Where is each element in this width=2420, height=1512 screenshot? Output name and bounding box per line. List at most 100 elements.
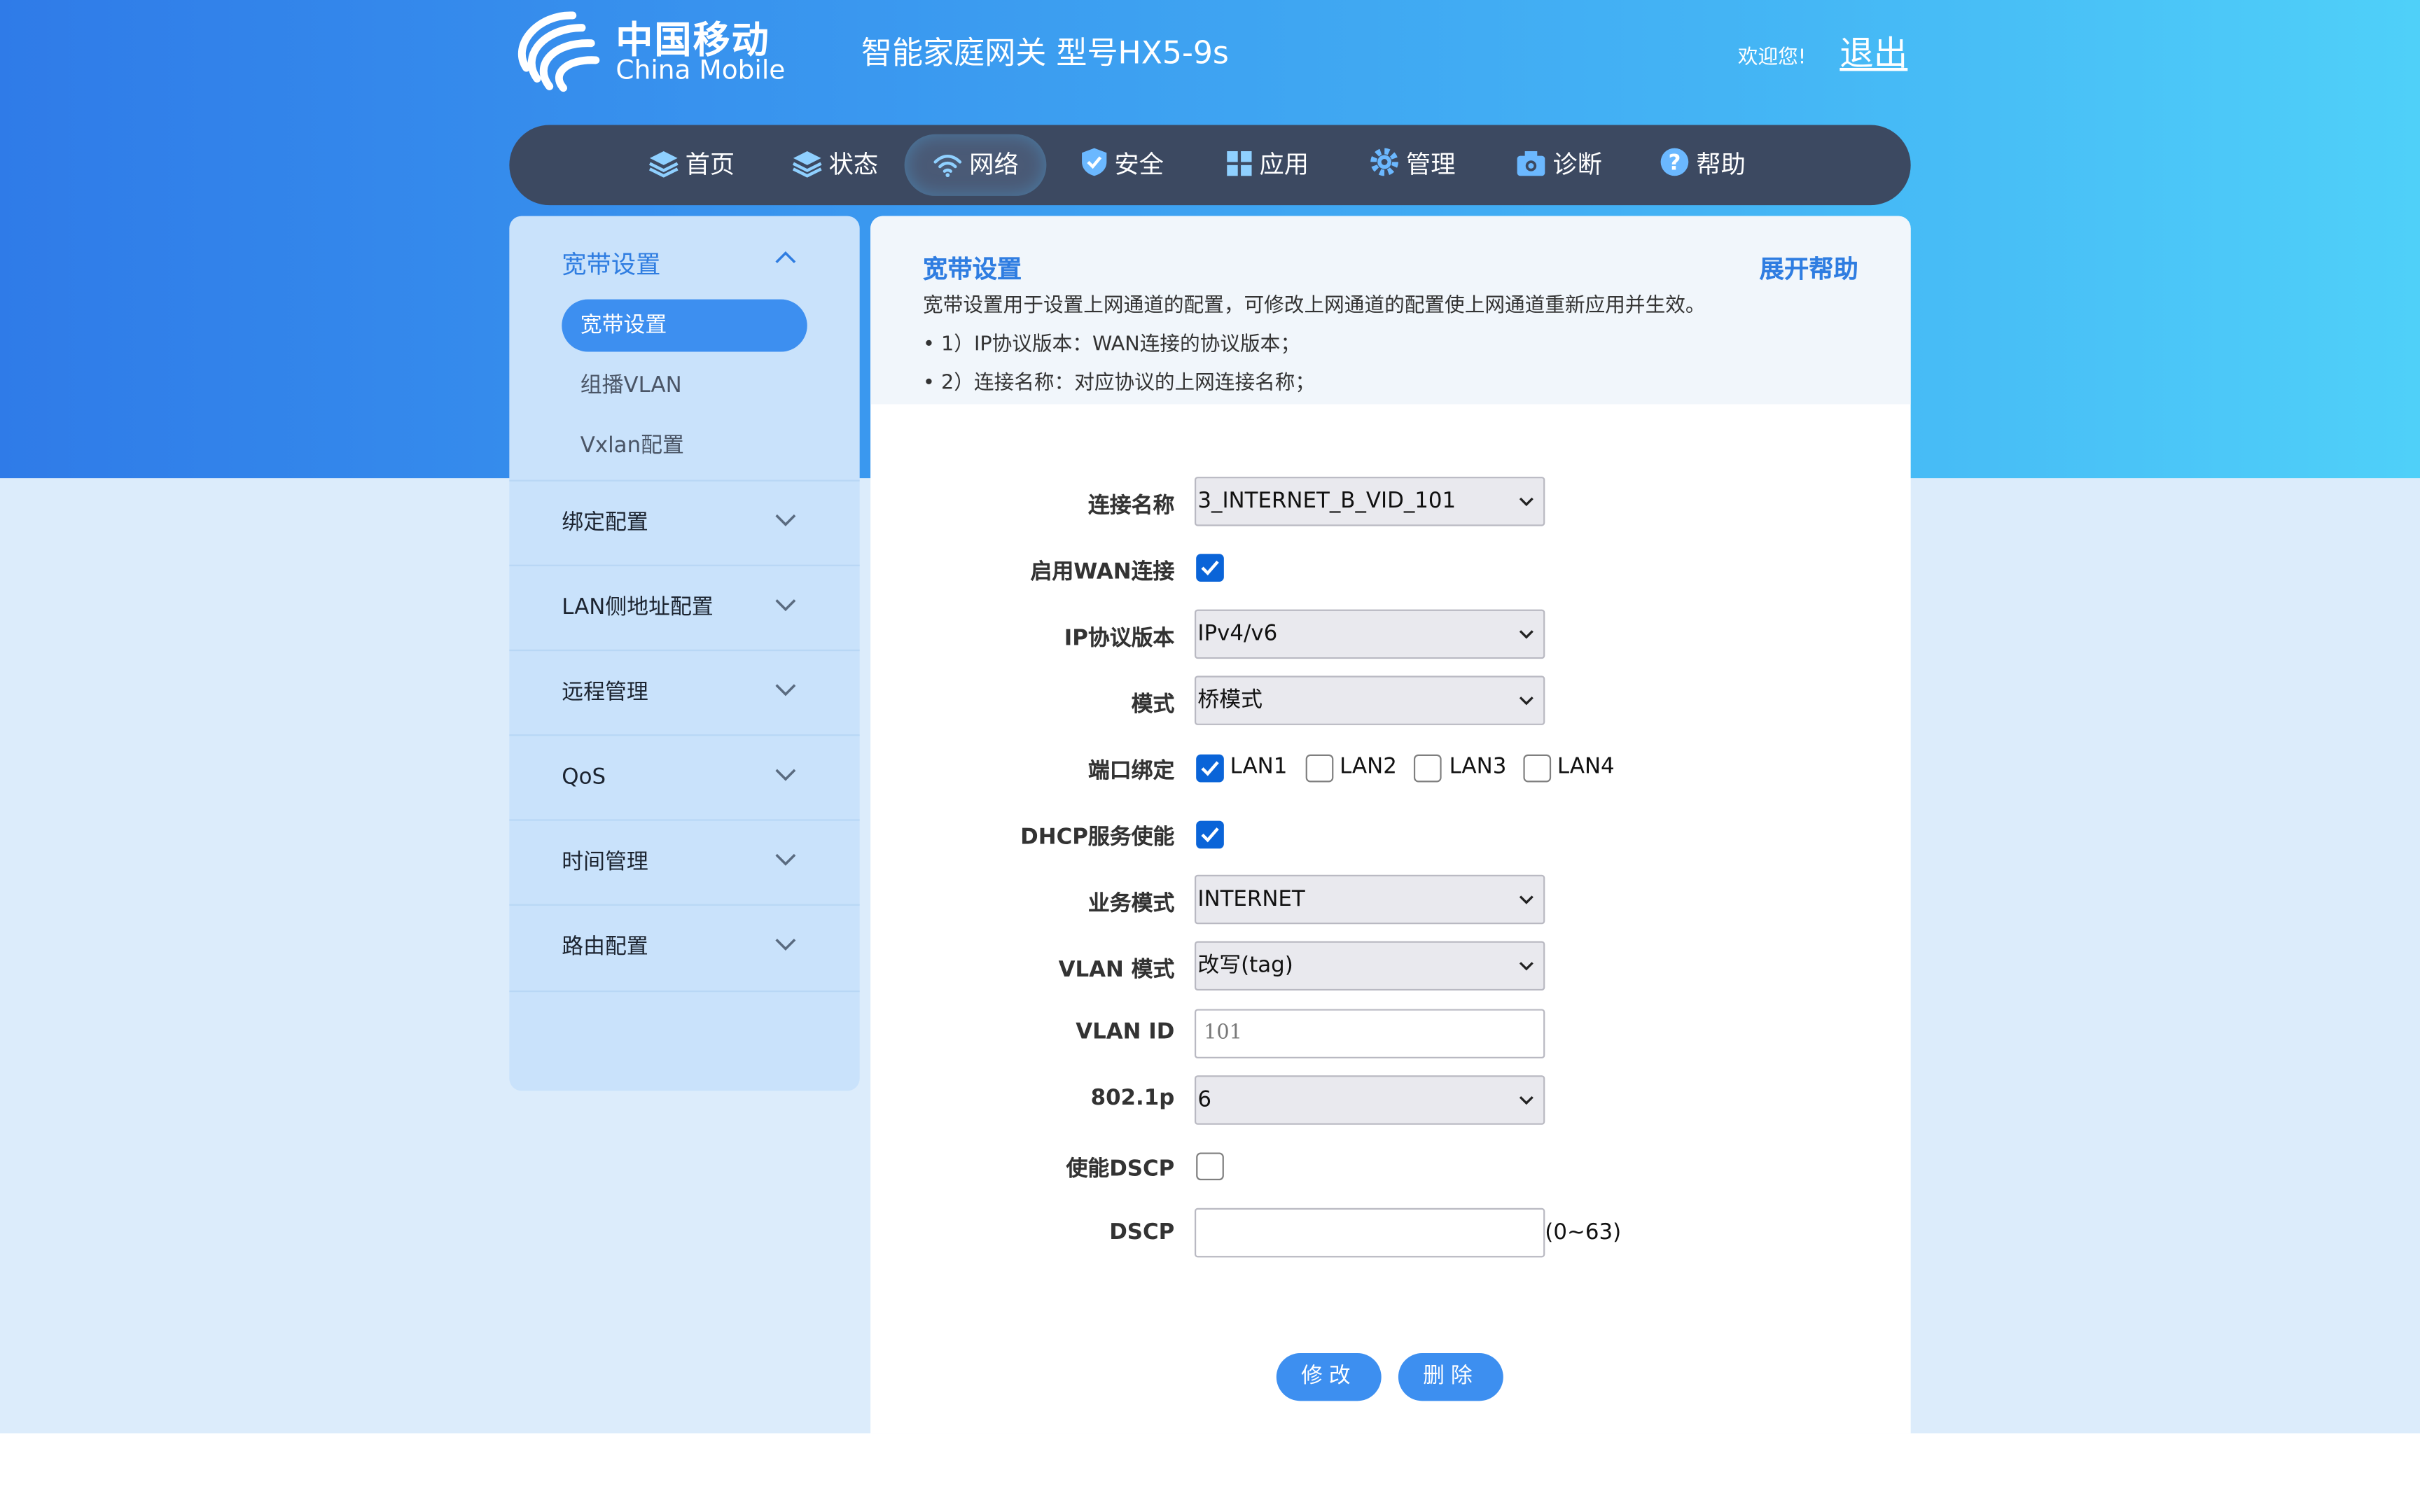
nav-home[interactable]: 首页	[630, 134, 753, 196]
chevron-down-icon	[1519, 1096, 1534, 1105]
layers-icon	[648, 151, 679, 178]
nav-manage[interactable]: 管理	[1351, 134, 1474, 196]
chevron-down-icon	[1519, 696, 1534, 706]
brand-english: China Mobile	[616, 55, 786, 87]
dscp-input[interactable]	[1194, 1208, 1545, 1258]
dot1p-label: 802.1p	[1090, 1086, 1175, 1111]
ip-version-select[interactable]: IPv4/v6	[1194, 609, 1545, 659]
dscp-label: DSCP	[1109, 1220, 1175, 1245]
chevron-down-icon	[775, 853, 796, 866]
dhcp-checkbox[interactable]	[1196, 820, 1224, 849]
delete-button[interactable]: 删除	[1398, 1352, 1503, 1401]
vlan-id-input[interactable]: 101	[1194, 1009, 1545, 1059]
select-value: 6	[1197, 1087, 1212, 1113]
nav-network[interactable]: 网络	[904, 134, 1047, 196]
service-mode-label: 业务模式	[1087, 891, 1175, 917]
dscp-range-hint: (0~63)	[1545, 1220, 1622, 1245]
sidebar-group-broadband[interactable]: 宽带设置	[562, 244, 660, 281]
lan3-checkbox[interactable]	[1413, 754, 1442, 783]
help-description: 宽带设置用于设置上网通道的配置，可修改上网通道的配置使上网通道重新应用并生效。	[923, 294, 1706, 318]
sidebar-item-label: 时间管理	[562, 850, 648, 875]
modify-button[interactable]: 修改	[1276, 1352, 1382, 1401]
enable-wan-label: 启用WAN连接	[1030, 560, 1175, 585]
question-icon: ?	[1660, 148, 1689, 176]
china-mobile-logo: 中国移动 China Mobile	[511, 6, 805, 92]
sidebar-item-routing[interactable]: 路由配置	[509, 904, 860, 993]
sidebar-item-label: 远程管理	[562, 680, 648, 706]
sidebar-item-label: QoS	[562, 765, 606, 790]
product-title: 智能家庭网关 型号HX5-9s	[861, 34, 1229, 71]
nav-diagnose-label: 诊断	[1552, 149, 1602, 179]
sidebar-item-time[interactable]: 时间管理	[509, 819, 860, 904]
nav-diagnose[interactable]: 诊断	[1497, 134, 1620, 196]
chevron-down-icon	[775, 939, 796, 951]
sidebar-item-lan-address[interactable]: LAN侧地址配置	[509, 564, 860, 650]
chevron-down-icon	[775, 769, 796, 781]
lan1-label: LAN1	[1230, 754, 1288, 780]
vlan-mode-select[interactable]: 改写(tag)	[1194, 941, 1545, 991]
sidebar-item-qos[interactable]: QoS	[509, 734, 860, 819]
nav-manage-label: 管理	[1405, 149, 1456, 179]
lan2-label: LAN2	[1340, 754, 1397, 780]
sidebar-sub-multicast-vlan[interactable]: 组播VLAN	[562, 360, 807, 412]
help-bullet: • 1）IP协议版本：WAN连接的协议版本；	[923, 333, 1300, 357]
port-binding-label: 端口绑定	[1087, 759, 1175, 784]
help-bullet: • 2）连接名称：对应协议的上网连接名称；	[923, 372, 1316, 396]
logout-link[interactable]: 退出	[1840, 26, 1907, 76]
nav-apps[interactable]: 应用	[1207, 134, 1328, 196]
dot1p-select[interactable]: 6	[1194, 1075, 1545, 1125]
lan4-checkbox[interactable]	[1523, 754, 1552, 783]
select-value: INTERNET	[1197, 887, 1305, 912]
lan1-checkbox[interactable]	[1196, 754, 1224, 783]
grid-icon	[1227, 151, 1252, 176]
lan3-label: LAN3	[1449, 754, 1507, 780]
chevron-down-icon	[775, 599, 796, 612]
select-value: 3_INTERNET_B_VID_101	[1197, 489, 1456, 514]
enable-wan-checkbox[interactable]	[1196, 554, 1224, 582]
sidebar-item-remote-manage[interactable]: 远程管理	[509, 649, 860, 734]
chevron-down-icon	[1519, 497, 1534, 507]
chevron-up-icon[interactable]	[774, 250, 796, 265]
main-panel: 宽带设置 展开帮助 宽带设置用于设置上网通道的配置，可修改上网通道的配置使上网通…	[870, 216, 1911, 1434]
main-nav: 首页 状态 网络 安全 应用 管理 诊断 ? 帮助	[509, 125, 1911, 206]
service-mode-select[interactable]: INTERNET	[1194, 874, 1545, 925]
check-icon	[1201, 761, 1219, 776]
check-icon	[1201, 827, 1219, 843]
mode-select[interactable]: 桥模式	[1194, 676, 1545, 725]
nav-help[interactable]: ? 帮助	[1641, 134, 1764, 196]
sidebar-sub-vxlan[interactable]: Vxlan配置	[562, 420, 807, 472]
vlan-id-label: VLAN ID	[1076, 1019, 1175, 1045]
nav-security[interactable]: 安全	[1062, 134, 1182, 196]
enable-dscp-checkbox[interactable]	[1196, 1152, 1224, 1181]
nav-help-label: 帮助	[1696, 149, 1746, 179]
lan2-checkbox[interactable]	[1305, 754, 1334, 783]
lan4-label: LAN4	[1557, 754, 1615, 780]
chevron-down-icon	[775, 684, 796, 696]
help-box: 宽带设置 展开帮助 宽带设置用于设置上网通道的配置，可修改上网通道的配置使上网通…	[870, 216, 1911, 405]
check-icon	[1201, 560, 1219, 576]
connection-name-label: 连接名称	[1087, 493, 1175, 519]
china-mobile-swirl-icon	[518, 11, 600, 92]
nav-status[interactable]: 状态	[773, 134, 896, 196]
welcome-text: 欢迎您!	[1737, 46, 1807, 70]
sidebar-item-binding[interactable]: 绑定配置	[509, 479, 860, 564]
enable-dscp-label: 使能DSCP	[1066, 1157, 1175, 1182]
ip-version-label: IP协议版本	[1064, 626, 1175, 652]
sidebar-sub-broadband[interactable]: 宽带设置	[562, 299, 807, 352]
nav-apps-label: 应用	[1259, 149, 1309, 179]
nav-home-label: 首页	[685, 149, 735, 179]
chevron-down-icon	[1519, 962, 1534, 971]
shield-check-icon	[1082, 148, 1107, 176]
gear-icon	[1370, 148, 1398, 176]
chevron-down-icon	[775, 514, 796, 526]
vlan-mode-label: VLAN 模式	[1058, 958, 1175, 983]
sidebar: 宽带设置 宽带设置 组播VLAN Vxlan配置 绑定配置 LAN侧地址配置 远…	[509, 216, 860, 1091]
connection-name-select[interactable]: 3_INTERNET_B_VID_101	[1194, 477, 1545, 526]
layers-icon	[792, 151, 822, 178]
sidebar-item-label: 路由配置	[562, 934, 648, 960]
chevron-down-icon	[1519, 895, 1534, 904]
dhcp-label: DHCP服务使能	[1020, 825, 1175, 850]
camera-icon	[1517, 151, 1545, 176]
expand-help-link[interactable]: 展开帮助	[1760, 248, 1858, 286]
page-title: 宽带设置	[923, 254, 1022, 284]
